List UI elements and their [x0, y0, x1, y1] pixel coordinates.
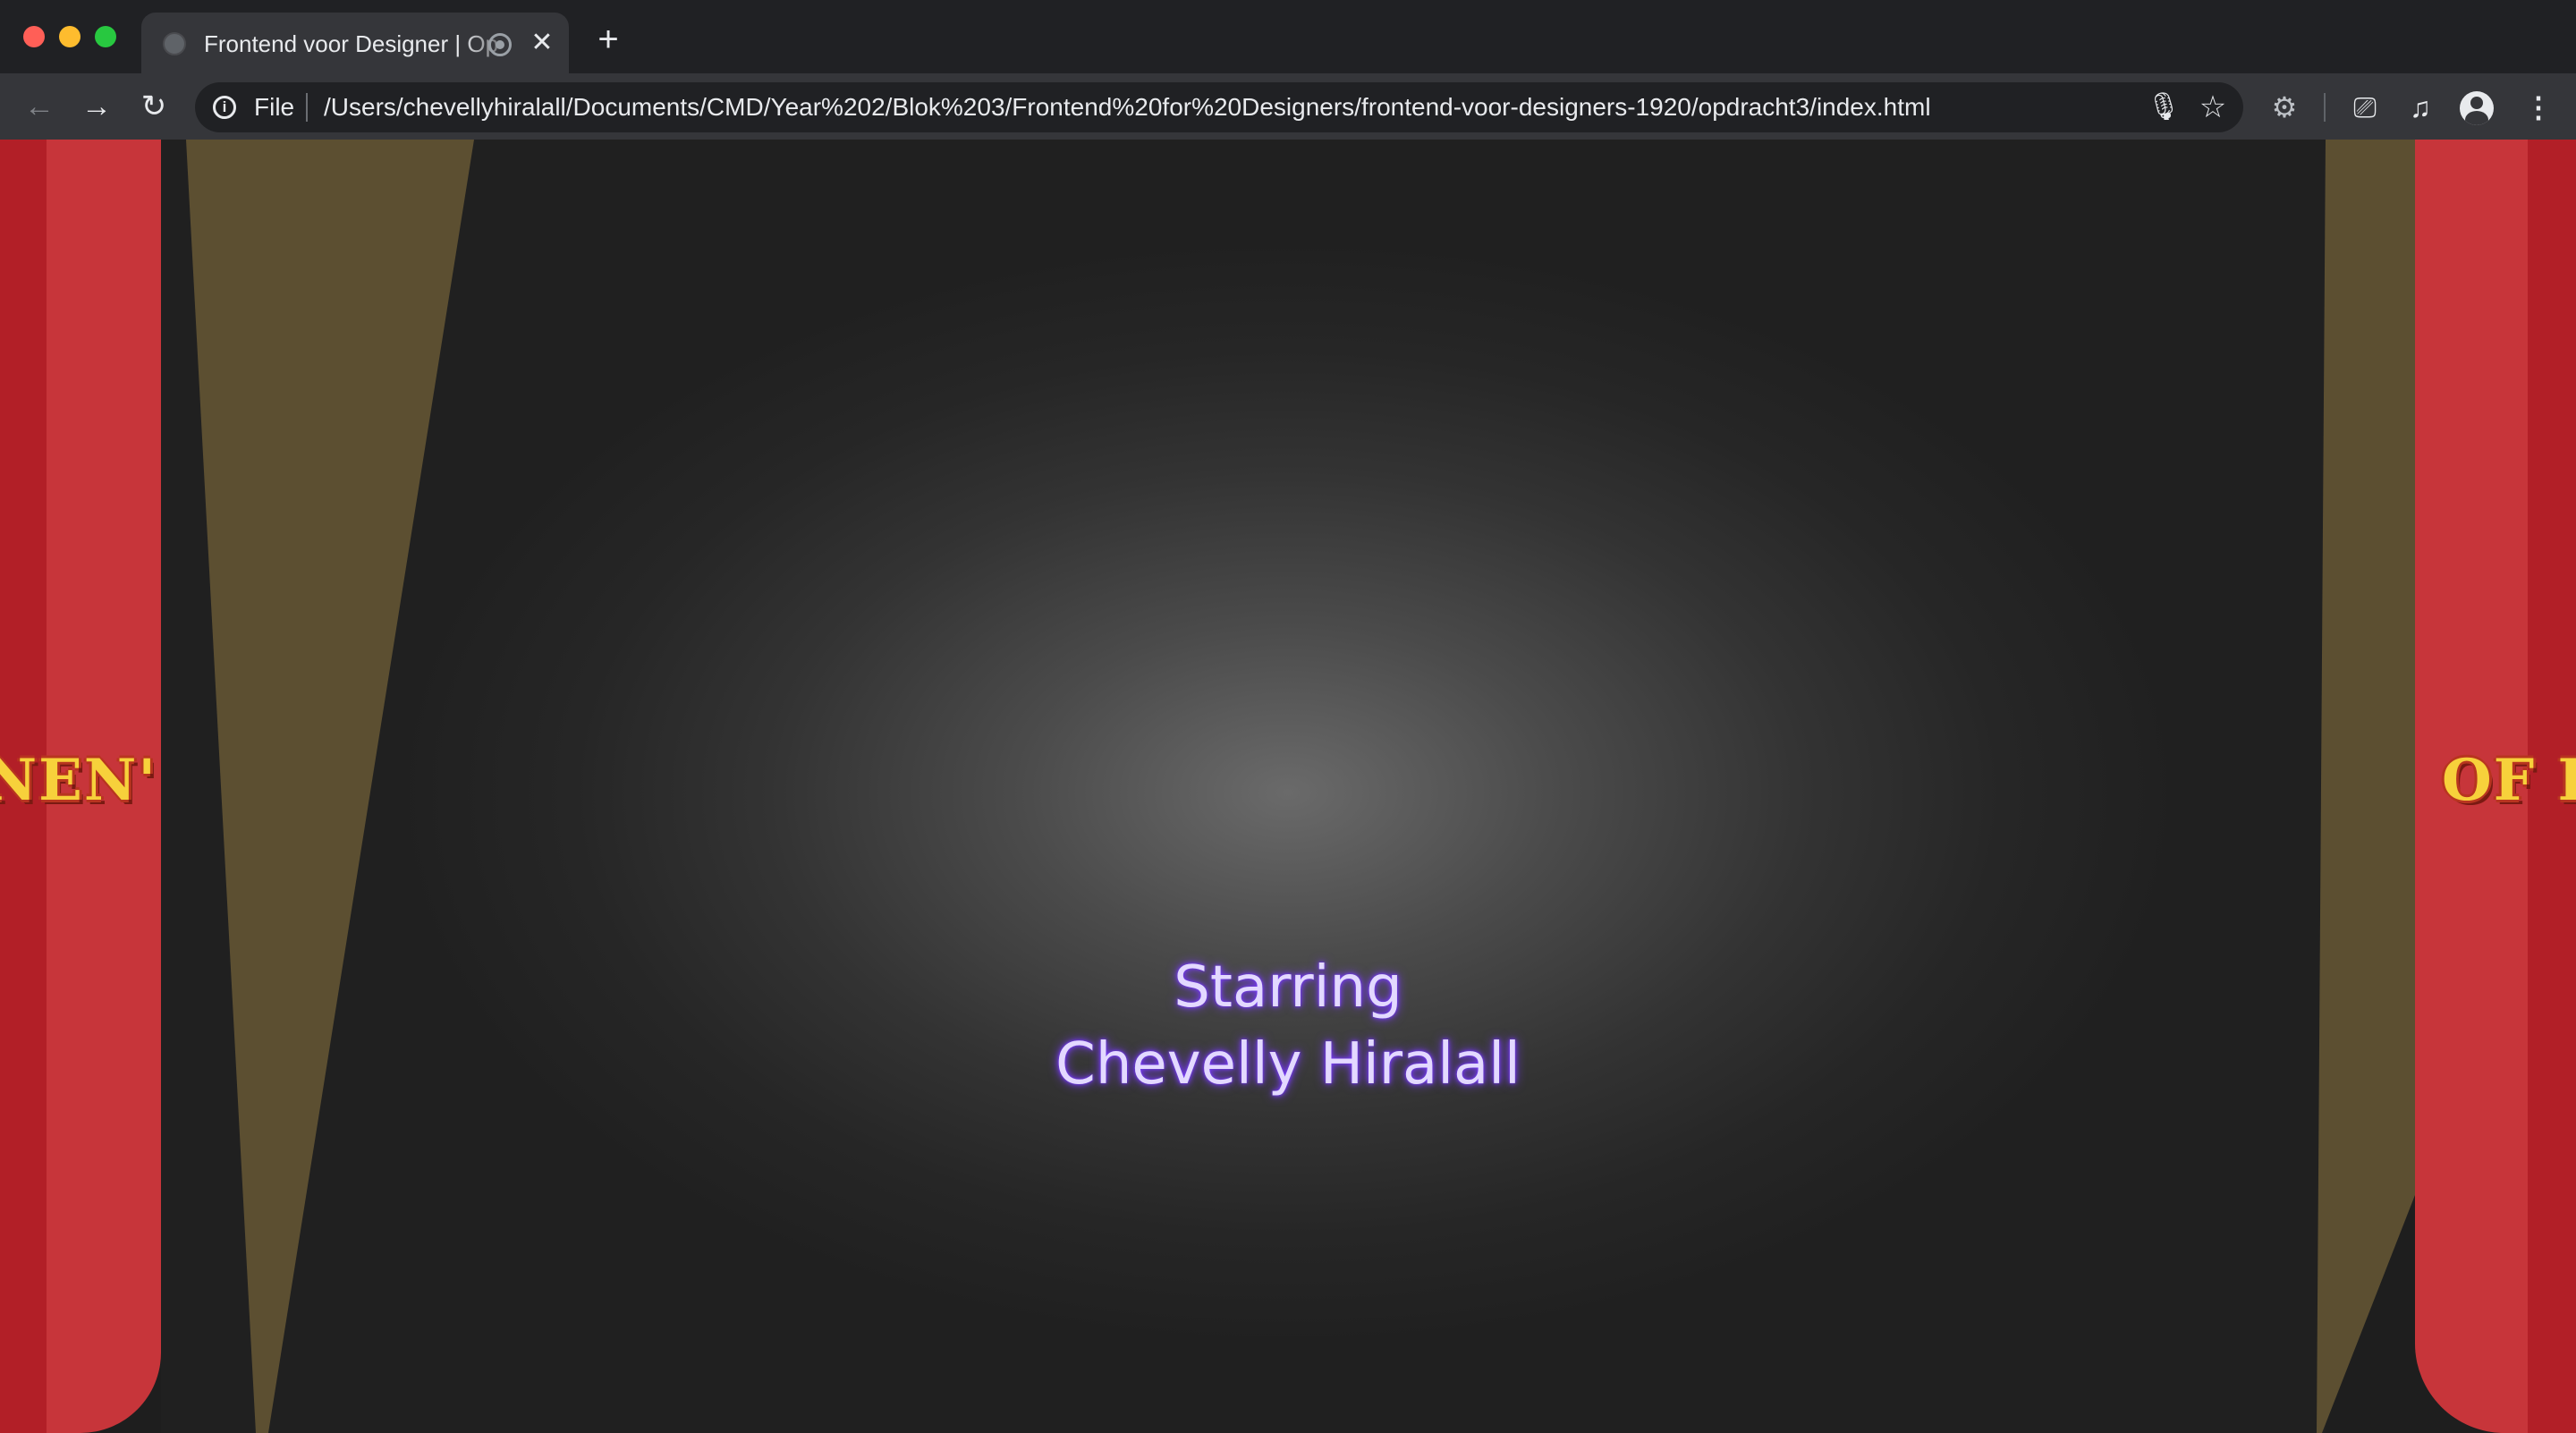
profile-avatar-icon[interactable] — [2460, 91, 2494, 125]
url-text[interactable]: /Users/chevellyhiralall/Documents/CMD/Ye… — [324, 93, 1931, 122]
close-window-button[interactable] — [23, 26, 45, 47]
left-marquee-text: NEN' — [0, 747, 157, 814]
spotlight-beams — [186, 140, 2415, 1433]
credits-heading: Starring — [1174, 954, 1402, 1021]
right-marquee-text: OF F — [2442, 747, 2576, 814]
credits-name: Chevelly Hiralall — [1055, 1031, 1521, 1098]
forward-button[interactable]: → — [77, 87, 116, 126]
left-curtain: NEN' — [0, 140, 161, 1433]
right-curtain: OF F — [2415, 140, 2576, 1433]
microphone-icon[interactable]: 🎙 — [2147, 91, 2181, 123]
bookmark-star-icon[interactable]: ☆ — [2195, 89, 2231, 125]
back-button[interactable]: ← — [20, 87, 59, 126]
browser-titlebar: Frontend voor Designer | Op ✕ + — [0, 0, 2576, 73]
media-control-icon[interactable]: ♫ — [2401, 88, 2440, 127]
browser-toolbar: ← → ↻ i File /Users/chevellyhiralall/Doc… — [0, 73, 2576, 140]
globe-icon — [163, 32, 186, 55]
browser-tab-active[interactable]: Frontend voor Designer | Op ✕ — [141, 13, 569, 73]
credits-block: Starring Chevelly Hiralall — [948, 949, 1628, 1103]
address-bar[interactable]: i File /Users/chevellyhiralall/Documents… — [195, 82, 2243, 132]
extension-icon[interactable]: ⚙ — [2265, 88, 2304, 127]
toolbar-divider — [2324, 93, 2326, 122]
maximize-window-button[interactable] — [95, 26, 116, 47]
record-icon[interactable] — [488, 33, 512, 56]
page-viewport: NEN' OF F Starring Chevelly Hiralall — [0, 140, 2576, 1433]
left-spotlight-beam — [186, 140, 474, 1433]
new-tab-button[interactable]: + — [590, 21, 626, 57]
close-tab-button[interactable]: ✕ — [526, 27, 558, 59]
right-spotlight-beam — [2317, 140, 2415, 1433]
reload-button[interactable]: ↻ — [134, 87, 174, 126]
minimize-window-button[interactable] — [59, 26, 80, 47]
info-icon[interactable]: i — [213, 96, 236, 119]
cast-icon[interactable]: ⎚ — [2345, 88, 2385, 127]
scheme-label: File — [254, 93, 295, 121]
address-divider — [306, 93, 308, 122]
more-menu-icon[interactable]: ⋮ — [2519, 88, 2558, 127]
